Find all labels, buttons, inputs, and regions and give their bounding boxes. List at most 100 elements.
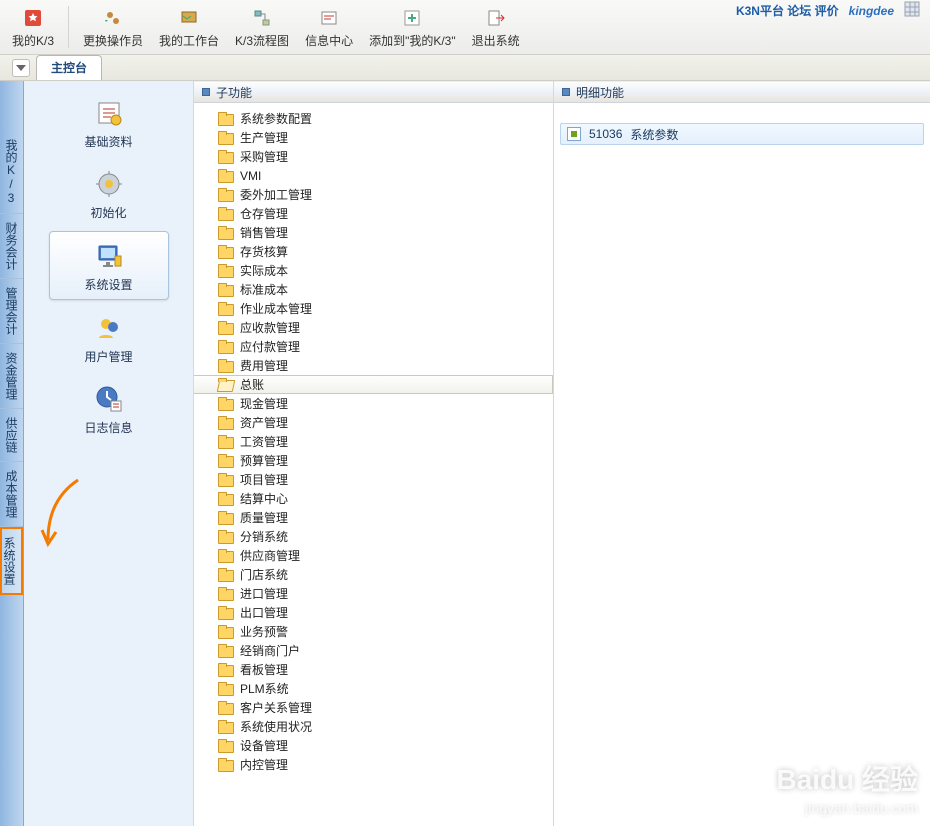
tb-myk3[interactable]: 我的K/3 bbox=[6, 4, 60, 51]
leftbar-mgmt[interactable]: 管理会计 bbox=[0, 279, 23, 344]
grid-icon[interactable] bbox=[904, 1, 920, 20]
init-icon bbox=[93, 168, 125, 200]
tree-item[interactable]: 质量管理 bbox=[194, 508, 553, 527]
leftbar-cost[interactable]: 成本管理 bbox=[0, 462, 23, 527]
tab-main-console[interactable]: 主控台 bbox=[36, 55, 102, 80]
folder-icon bbox=[218, 606, 234, 620]
tree-item[interactable]: 应付款管理 bbox=[194, 337, 553, 356]
folder-icon bbox=[218, 511, 234, 525]
tree-item[interactable]: 分销系统 bbox=[194, 527, 553, 546]
k3n-link[interactable]: K3N平台 论坛 评价 bbox=[736, 2, 839, 19]
leftbar: 我的K/3 财务会计 管理会计 资金管理 供应链 成本管理 系统设置 bbox=[0, 81, 24, 826]
tree-item[interactable]: 结算中心 bbox=[194, 489, 553, 508]
leftbar-fund[interactable]: 资金管理 bbox=[0, 344, 23, 409]
leftbar-supply[interactable]: 供应链 bbox=[0, 409, 23, 462]
tree-header-label: 子功能 bbox=[216, 84, 252, 101]
tree-item[interactable]: 进口管理 bbox=[194, 584, 553, 603]
leftbar-myk3[interactable]: 我的K/3 bbox=[0, 131, 23, 214]
folder-icon bbox=[218, 207, 234, 221]
tree-item[interactable]: 费用管理 bbox=[194, 356, 553, 375]
flow-icon bbox=[250, 6, 274, 30]
tree-item[interactable]: 采购管理 bbox=[194, 147, 553, 166]
tree-item[interactable]: VMI bbox=[194, 166, 553, 185]
tree-item-label: 标准成本 bbox=[240, 281, 288, 298]
tree-item[interactable]: 标准成本 bbox=[194, 280, 553, 299]
folder-icon bbox=[218, 682, 234, 696]
basedata-icon bbox=[93, 97, 125, 129]
tree-item-label: 设备管理 bbox=[240, 737, 288, 754]
folder-icon bbox=[218, 264, 234, 278]
square-icon bbox=[202, 88, 210, 96]
tree-item-label: 费用管理 bbox=[240, 357, 288, 374]
tree-item[interactable]: 系统使用状况 bbox=[194, 717, 553, 736]
tb-workbench[interactable]: 我的工作台 bbox=[153, 4, 225, 51]
tree-item[interactable]: 作业成本管理 bbox=[194, 299, 553, 318]
tree-item[interactable]: 实际成本 bbox=[194, 261, 553, 280]
tree-item[interactable]: 工资管理 bbox=[194, 432, 553, 451]
midnav-usermgmt[interactable]: 用户管理 bbox=[49, 304, 169, 371]
tree-item[interactable]: 应收款管理 bbox=[194, 318, 553, 337]
tree-item[interactable]: 门店系统 bbox=[194, 565, 553, 584]
tree-item[interactable]: PLM系统 bbox=[194, 679, 553, 698]
tb-flow[interactable]: K/3流程图 bbox=[229, 4, 295, 51]
leftbar-system-settings[interactable]: 系统设置 bbox=[0, 527, 23, 595]
midnav-system-settings[interactable]: 系统设置 bbox=[49, 231, 169, 300]
folder-icon bbox=[218, 530, 234, 544]
tree-item-label: 应付款管理 bbox=[240, 338, 300, 355]
tree-item-label: 资产管理 bbox=[240, 414, 288, 431]
tree-item[interactable]: 销售管理 bbox=[194, 223, 553, 242]
tree-item[interactable]: 供应商管理 bbox=[194, 546, 553, 565]
tree-item-label: 客户关系管理 bbox=[240, 699, 312, 716]
folder-icon bbox=[218, 473, 234, 487]
tabstrip-menu-button[interactable] bbox=[12, 59, 30, 77]
tree-item[interactable]: 预算管理 bbox=[194, 451, 553, 470]
tree-item[interactable]: 仓存管理 bbox=[194, 204, 553, 223]
tree-item[interactable]: 总账 bbox=[194, 375, 553, 394]
folder-icon bbox=[218, 188, 234, 202]
tb-info[interactable]: 信息中心 bbox=[299, 4, 359, 51]
tb-swap[interactable]: 更换操作员 bbox=[77, 4, 149, 51]
tree-item-label: 销售管理 bbox=[240, 224, 288, 241]
tree-item[interactable]: 客户关系管理 bbox=[194, 698, 553, 717]
tree-item-label: 生产管理 bbox=[240, 129, 288, 146]
folder-icon bbox=[218, 283, 234, 297]
tree-item[interactable]: 项目管理 bbox=[194, 470, 553, 489]
tree-item-label: 项目管理 bbox=[240, 471, 288, 488]
midnav: 基础资料 初始化 系统设置 用户管理 日志信息 bbox=[24, 81, 194, 826]
midnav-basedata[interactable]: 基础资料 bbox=[49, 89, 169, 156]
tree-item[interactable]: 现金管理 bbox=[194, 394, 553, 413]
tree-item[interactable]: 系统参数配置 bbox=[194, 109, 553, 128]
tree-item[interactable]: 存货核算 bbox=[194, 242, 553, 261]
detail-item-name: 系统参数 bbox=[630, 126, 678, 143]
tree-item[interactable]: 委外加工管理 bbox=[194, 185, 553, 204]
tb-exit[interactable]: 退出系统 bbox=[466, 4, 526, 51]
tree-item-label: 作业成本管理 bbox=[240, 300, 312, 317]
tree-item-label: 经销商门户 bbox=[240, 642, 300, 659]
leftbar-finance[interactable]: 财务会计 bbox=[0, 214, 23, 279]
tree-item[interactable]: 经销商门户 bbox=[194, 641, 553, 660]
tree-item[interactable]: 看板管理 bbox=[194, 660, 553, 679]
tree-item-label: 现金管理 bbox=[240, 395, 288, 412]
folder-icon bbox=[218, 169, 234, 183]
tree-item[interactable]: 生产管理 bbox=[194, 128, 553, 147]
tree-item-label: 存货核算 bbox=[240, 243, 288, 260]
folder-icon bbox=[218, 701, 234, 715]
main: 我的K/3 财务会计 管理会计 资金管理 供应链 成本管理 系统设置 基础资料 … bbox=[0, 81, 930, 826]
midnav-log[interactable]: 日志信息 bbox=[49, 375, 169, 442]
folder-icon bbox=[218, 587, 234, 601]
detail-item[interactable]: 51036 系统参数 bbox=[560, 123, 924, 145]
square-icon bbox=[562, 88, 570, 96]
tree-item[interactable]: 内控管理 bbox=[194, 755, 553, 774]
folder-icon bbox=[218, 378, 234, 392]
detail-item-code: 51036 bbox=[589, 127, 622, 141]
tree-item[interactable]: 资产管理 bbox=[194, 413, 553, 432]
tb-add[interactable]: 添加到"我的K/3" bbox=[363, 4, 462, 51]
tree-item[interactable]: 出口管理 bbox=[194, 603, 553, 622]
tree-item-label: 系统参数配置 bbox=[240, 110, 312, 127]
folder-icon bbox=[218, 321, 234, 335]
midnav-init[interactable]: 初始化 bbox=[49, 160, 169, 227]
tree-item[interactable]: 设备管理 bbox=[194, 736, 553, 755]
tree-item[interactable]: 业务预警 bbox=[194, 622, 553, 641]
users-icon bbox=[93, 312, 125, 344]
sep bbox=[68, 6, 69, 48]
